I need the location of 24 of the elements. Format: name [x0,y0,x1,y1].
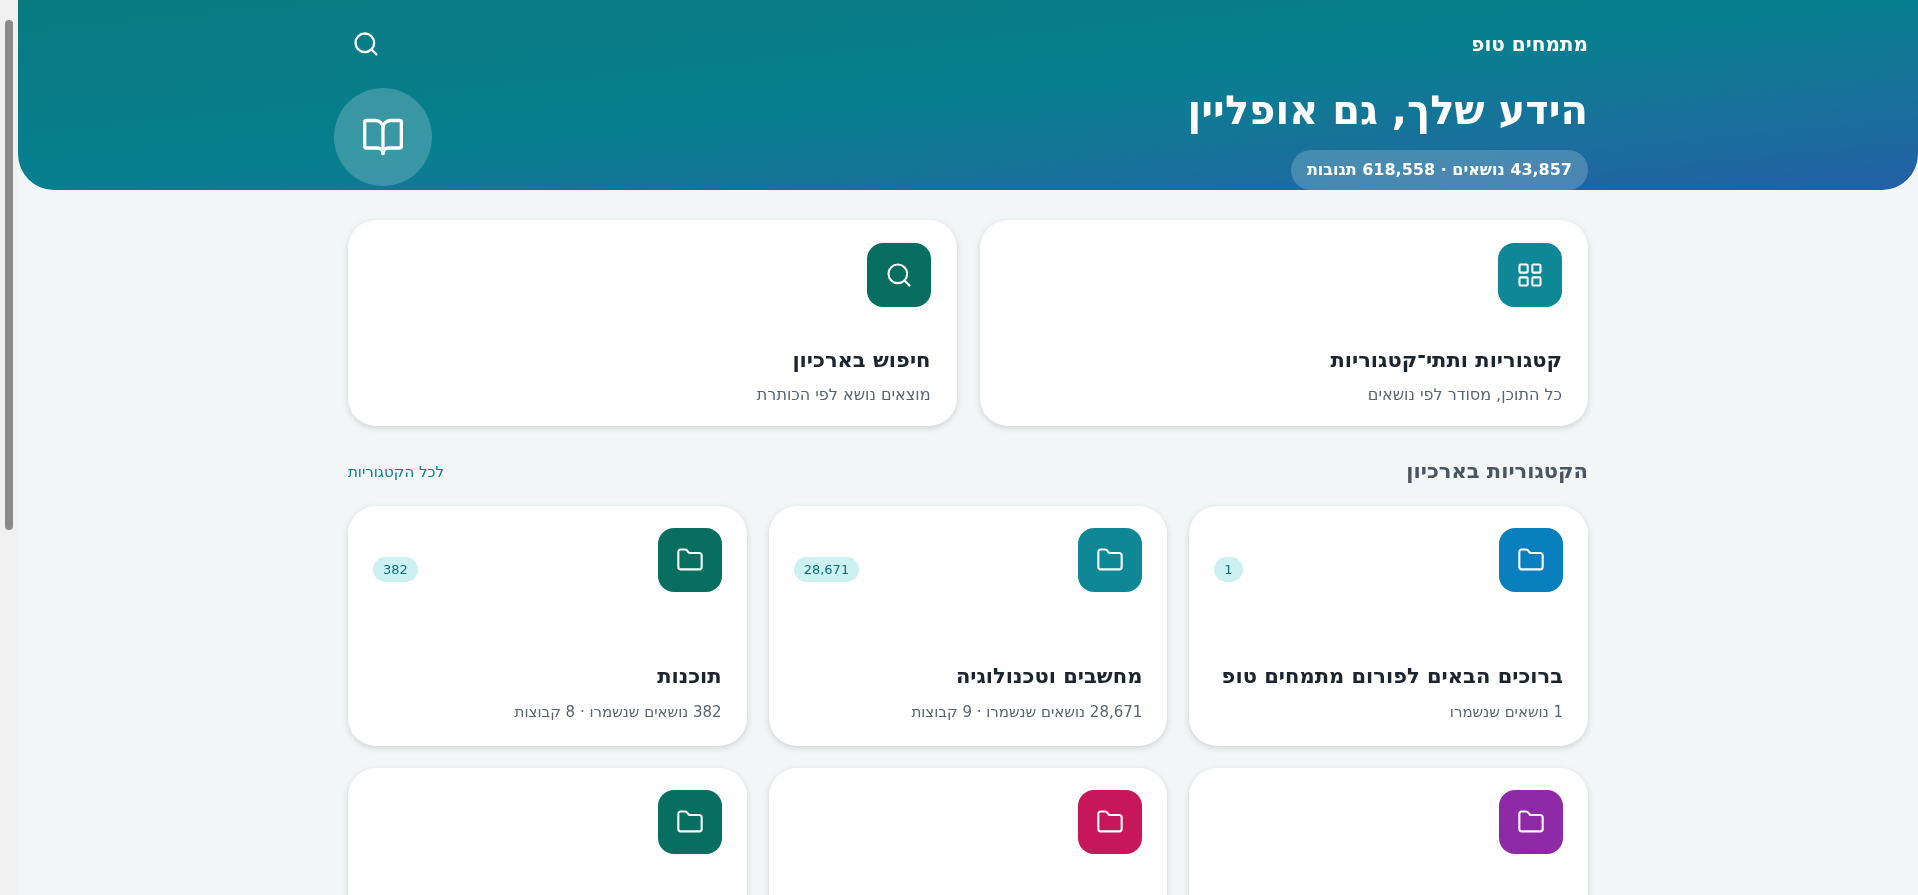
section-heading: הקטגוריות בארכיון [1406,458,1588,485]
quick-link-card[interactable]: חיפוש בארכיון מוצאים נושא לפי הכותרת [348,220,957,426]
category-meta: 28,671 נושאים שנשמרו · 9 קבוצות [911,702,1143,723]
category-title: מחשבים וטכנולוגיה [955,663,1143,690]
all-categories-link[interactable]: לכל הקטגוריות [348,460,444,483]
topic-count-badge: 1 [1214,556,1243,583]
search-icon [884,261,913,289]
quick-link-card[interactable]: קטגוריות ותתי־קטגוריות כל התוכן, מסודר לפי נושאים [979,220,1588,426]
topic-count-badge: 382 [373,556,418,583]
search-icon [352,30,380,58]
site-brand[interactable]: מתמחים טופ [1471,29,1588,59]
quick-link-subtitle: כל התוכן, מסודר לפי נושאים [1367,383,1562,406]
category-title: ברוכים הבאים לפורום מתמחים טופ [1221,663,1563,690]
hero-title: הידע שלך, גם אופליין [1187,86,1588,136]
quick-link-subtitle: מוצאים נושא לפי הכותרת [756,383,931,406]
category-meta: 1 נושאים שנשמרו [1449,702,1563,723]
stats-pill: 43,857 נושאים · 618,558 תגובות [1290,150,1588,190]
category-title: תוכנות [657,663,722,690]
grid-icon [1516,261,1544,289]
quick-link-title: קטגוריות ותתי־קטגוריות [1330,347,1562,374]
topic-count-badge: 28,671 [793,556,860,583]
category-meta: 382 נושאים שנשמרו · 8 קבוצות [514,702,722,723]
quick-link-title: חיפוש בארכיון [792,347,931,374]
scrollbar[interactable] [0,0,18,895]
